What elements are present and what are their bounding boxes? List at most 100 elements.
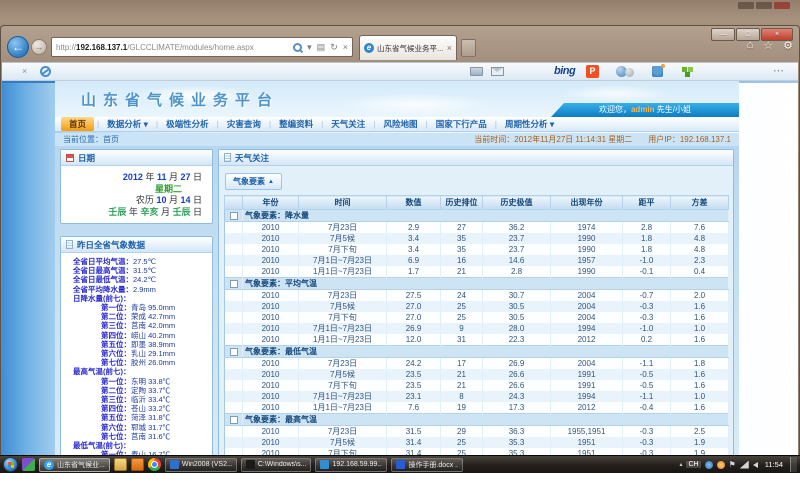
calendar-text: 14: [180, 195, 193, 205]
language-indicator[interactable]: CH: [686, 461, 700, 468]
cell: -0.7: [623, 290, 671, 302]
nav-item-7[interactable]: 国家下行产品: [428, 117, 495, 131]
toolbar-more-icon[interactable]: ⋯: [773, 64, 784, 77]
nav-item-1[interactable]: 数据分析 ▾: [99, 117, 156, 131]
group-checkbox[interactable]: [230, 348, 238, 356]
table-header-row: 年份时间数值历史排位历史极值出现年份距平方差: [225, 196, 729, 210]
browser-forward-button[interactable]: →: [31, 39, 47, 55]
cell: 7月1日~7月23日: [299, 255, 387, 266]
nav-item-3[interactable]: 灾害查询: [219, 117, 269, 131]
cell: 3.4: [387, 244, 441, 255]
weather-body: 全省日平均气温：27.5℃全省日最高气温：31.5℃全省日最低气温：24.2℃全…: [61, 253, 212, 473]
app-icon-orange[interactable]: [131, 458, 144, 471]
quick-launch-icon[interactable]: [22, 458, 35, 471]
cell: 2010: [243, 358, 299, 370]
rank-value: 青岛 95.0mm: [131, 303, 175, 312]
cell: 7.6: [671, 222, 729, 234]
group-checkbox[interactable]: [230, 416, 238, 424]
main-panel-title: 天气关注: [235, 152, 269, 164]
cell: -0.3: [623, 301, 671, 312]
nav-item-2[interactable]: 极端性分析: [158, 117, 217, 131]
rank-label: 第一位：: [101, 303, 131, 312]
stop-icon[interactable]: ×: [343, 42, 348, 52]
show-desktop-button[interactable]: [790, 457, 797, 472]
stat-value: 2.9mm: [133, 285, 156, 294]
nav-item-4[interactable]: 整编资料: [271, 117, 321, 131]
screen-bottom-margin: [0, 473, 800, 500]
calendar-text: 月: [169, 195, 181, 205]
cell: 24: [441, 290, 483, 302]
taskbar-window-label: 192.168.59.99...: [332, 461, 382, 468]
taskbar-window-button-3[interactable]: 操作手册.docx ...: [391, 458, 463, 472]
url-host: 192.168.137.1: [76, 43, 127, 52]
window-maximize-button[interactable]: □: [736, 28, 760, 41]
cell: 19: [441, 402, 483, 414]
group-checkbox[interactable]: [230, 280, 238, 288]
address-bar[interactable]: http://192.168.137.1/GLCCLIMATE/modules/…: [51, 37, 353, 57]
background-minimize-icon: [738, 2, 754, 9]
stat-value: 24.2℃: [133, 275, 156, 284]
folder-icon[interactable]: [114, 458, 127, 471]
tray-app-icon-orange[interactable]: [717, 461, 725, 469]
table-row: 20107月5候23.52126.61991-0.51.6: [225, 369, 729, 380]
cell: 35: [441, 233, 483, 244]
tab-close-icon[interactable]: ×: [447, 43, 452, 53]
cell: 2010: [243, 290, 299, 302]
calendar-text: 壬辰: [108, 207, 129, 217]
nav-item-8[interactable]: 周期性分析 ▾: [497, 117, 562, 131]
taskbar-window-button-0[interactable]: Win2008 (VS2...: [165, 458, 237, 472]
calendar-text: 壬辰: [172, 207, 193, 217]
blocks-icon[interactable]: [682, 67, 687, 72]
bing-badge-icon[interactable]: P: [586, 65, 599, 78]
blocked-content-icon[interactable]: [40, 66, 51, 77]
search-icon[interactable]: [293, 43, 302, 52]
calendar-text: 年: [145, 172, 157, 182]
table-row: 20107月5候27.02530.52004-0.31.6: [225, 301, 729, 312]
compatibility-view-icon[interactable]: ▤: [317, 42, 326, 53]
window-close-button[interactable]: ×: [761, 28, 793, 41]
refresh-icon[interactable]: ↻: [330, 42, 338, 53]
nav-item-6[interactable]: 风险地图: [376, 117, 426, 131]
rank-label: 第四位：: [101, 331, 131, 340]
row-select-cell: [225, 334, 243, 346]
taskbar-clock[interactable]: 11:54: [765, 460, 783, 469]
cell: 7月下旬: [299, 312, 387, 323]
chrome-icon[interactable]: [148, 458, 161, 471]
speaker-icon[interactable]: [753, 462, 758, 468]
weather-section-title-2: 最低气温(前七)：: [63, 441, 210, 450]
card-icon[interactable]: [470, 67, 483, 76]
action-center-flag-icon[interactable]: ⚑: [729, 461, 736, 469]
media-circle-icon-2[interactable]: [625, 68, 634, 77]
mail-icon[interactable]: [491, 67, 504, 76]
search-dropdown-icon[interactable]: ▾: [307, 42, 312, 53]
taskbar-window-button-2[interactable]: 192.168.59.99...: [315, 458, 387, 472]
rank-value: 莒南 42.0mm: [131, 321, 175, 330]
bing-logo[interactable]: bing: [554, 65, 575, 77]
taskbar-window-button-1[interactable]: C:\Windows\s...: [241, 458, 312, 472]
group-checkbox[interactable]: [230, 212, 238, 220]
new-tab-button[interactable]: [461, 39, 476, 57]
table-row: 20107月5候3.43523.719901.84.8: [225, 233, 729, 244]
window-minimize-button[interactable]: —: [711, 28, 735, 41]
cell: 2010: [243, 312, 299, 323]
tray-up-arrow-icon[interactable]: ▴: [679, 461, 682, 468]
people-icon[interactable]: [652, 66, 663, 77]
toolbar-close-icon[interactable]: ×: [22, 66, 27, 76]
welcome-banner: 欢迎您，admin 先生/小姐: [551, 103, 739, 117]
background-close-icon: [774, 2, 790, 9]
start-button[interactable]: [3, 457, 18, 472]
browser-tab[interactable]: e 山东省气候业务平... ×: [359, 35, 457, 60]
window-controls: — □ ×: [711, 28, 793, 41]
nav-item-0[interactable]: 首页: [61, 117, 94, 131]
cell: 2010: [243, 391, 299, 402]
cell: 2012: [551, 402, 623, 414]
tray-app-icon[interactable]: [705, 461, 713, 469]
cell: 4.8: [671, 244, 729, 255]
weather-element-filter-button[interactable]: 气象要素 ▲: [225, 173, 282, 190]
nav-item-5[interactable]: 天气关注: [323, 117, 373, 131]
taskbar-ie-button[interactable]: e 山东省气候业...: [39, 458, 110, 472]
row-select-cell: [225, 266, 243, 278]
network-icon[interactable]: [740, 461, 749, 469]
browser-back-button[interactable]: ←: [7, 36, 29, 58]
row-select-cell: [225, 222, 243, 234]
